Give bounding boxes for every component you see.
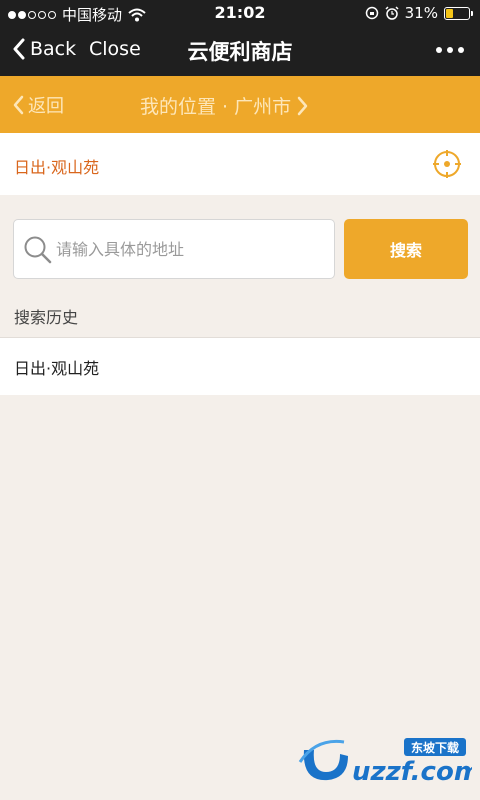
- search-input[interactable]: [56, 234, 326, 264]
- location-header: 返回 我的位置 · 广州市: [0, 76, 480, 133]
- history-item[interactable]: 日出·观山苑: [0, 337, 480, 395]
- location-title: 我的位置 · 广州市: [140, 96, 292, 118]
- city-selector[interactable]: 我的位置 · 广州市: [140, 92, 309, 119]
- uzzf-watermark-logo: 东坡下载 uzzf.com: [298, 738, 472, 787]
- more-dot-icon: [436, 47, 442, 53]
- chevron-left-icon: [13, 38, 25, 60]
- return-label: 返回: [28, 96, 64, 117]
- back-button[interactable]: Back: [12, 38, 76, 60]
- more-menu-button[interactable]: [436, 47, 464, 53]
- back-label: Back: [30, 38, 77, 60]
- current-location-text: 日出·观山苑: [14, 158, 100, 177]
- orientation-lock-icon: [365, 6, 378, 20]
- alarm-icon: [385, 6, 399, 20]
- search-history-list: 日出·观山苑: [0, 337, 480, 395]
- battery-fill: [446, 8, 453, 18]
- search-history-label: 搜索历史: [14, 308, 79, 327]
- chevron-right-icon: [297, 96, 308, 115]
- return-button[interactable]: 返回: [12, 92, 64, 118]
- more-dot-icon: [458, 47, 464, 53]
- close-button[interactable]: Close: [89, 38, 141, 60]
- navigation-bar: Back Close 云便利商店: [0, 26, 480, 76]
- search-icon: [24, 236, 52, 264]
- watermark-brand: uzzf.com: [352, 757, 472, 787]
- search-box: [13, 219, 335, 279]
- chevron-left-icon: [13, 95, 24, 115]
- locate-icon[interactable]: [432, 149, 462, 179]
- screen: 中国移动 21:02 31% Back Close 云便利商店 返回 我的位置 …: [0, 0, 480, 800]
- status-right: 31%: [365, 4, 473, 22]
- more-dot-icon: [447, 47, 453, 53]
- watermark-tagline: 东坡下载: [411, 740, 459, 755]
- current-location-row[interactable]: 日出·观山苑: [0, 133, 480, 195]
- search-button[interactable]: 搜索: [344, 219, 468, 279]
- battery-percent: 31%: [404, 4, 438, 22]
- status-bar: 中国移动 21:02 31%: [0, 0, 480, 26]
- battery-icon: [444, 6, 473, 20]
